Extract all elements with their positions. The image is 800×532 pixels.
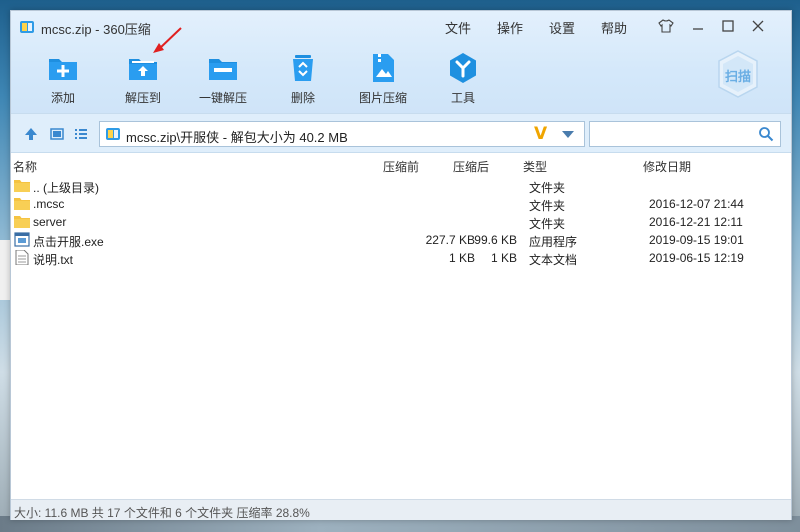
maximize-icon xyxy=(722,20,734,32)
scan-label: 扫描 xyxy=(725,69,752,84)
file-date: 2019-09-15 19:01 xyxy=(649,233,744,247)
txt-icon xyxy=(15,250,29,265)
file-type: 文件夹 xyxy=(529,181,566,195)
table-row[interactable]: 说明.txt 1 KB 1 KB 文本文档 2019-06-15 12:19 xyxy=(11,249,791,267)
exe-icon xyxy=(14,232,30,247)
add-label: 添加 xyxy=(50,91,75,105)
file-type: 文件夹 xyxy=(529,199,566,213)
menu-help[interactable]: 帮助 xyxy=(601,18,627,37)
image-compress-button[interactable]: 图片压缩 xyxy=(353,51,413,106)
file-type: 文本文档 xyxy=(529,253,578,267)
table-row[interactable]: .. (上级目录) 文件夹 xyxy=(11,177,791,195)
search-box xyxy=(589,121,781,147)
minimize-icon xyxy=(693,28,703,30)
file-name: server xyxy=(33,215,67,229)
search-icon[interactable] xyxy=(758,126,774,142)
address-dropdown-icon[interactable] xyxy=(562,131,574,138)
one-click-extract-icon xyxy=(209,59,237,80)
extract-to-button[interactable]: 解压到 xyxy=(113,51,173,106)
table-row[interactable]: 点击开服.exe 227.7 KB 99.6 KB 应用程序 2019-09-1… xyxy=(11,231,791,249)
file-size-after: 1 KB xyxy=(490,251,517,265)
window-title: mcsc.zip - 360压缩 xyxy=(41,22,151,37)
title-and-toolbar: mcsc.zip - 360压缩 文件 操作 设置 帮助 添加 解压到 一键解压… xyxy=(11,11,791,113)
zip-archive-icon xyxy=(106,128,120,140)
address-row: mcsc.zip\开服侠 - 解包大小为 40.2 MB V xyxy=(11,113,791,153)
archive-window: mcsc.zip - 360压缩 文件 操作 设置 帮助 添加 解压到 一键解压… xyxy=(10,10,792,520)
file-list-header: 名称 压缩前 压缩后 类型 修改日期 xyxy=(11,153,791,175)
add-folder-icon xyxy=(49,59,77,80)
file-name: 点击开服.exe xyxy=(33,235,104,249)
column-type[interactable]: 类型 xyxy=(523,158,547,175)
file-name: .mcsc xyxy=(33,197,65,211)
thumbnail-view-icon[interactable] xyxy=(49,126,65,142)
image-compress-icon xyxy=(373,54,394,82)
extract-to-icon xyxy=(129,59,157,80)
background-desktop-strip xyxy=(0,240,10,300)
file-date: 2019-06-15 12:19 xyxy=(649,251,744,265)
column-before[interactable]: 压缩前 xyxy=(383,158,419,175)
table-row[interactable]: server 文件夹 2016-12-21 12:11 xyxy=(11,213,791,231)
address-path: mcsc.zip\开服侠 - 解包大小为 40.2 MB xyxy=(126,130,348,145)
file-type: 应用程序 xyxy=(529,235,578,249)
one-click-extract-label: 一键解压 xyxy=(198,91,247,105)
delete-button[interactable]: 删除 xyxy=(273,51,333,106)
shirt-icon xyxy=(658,19,674,33)
search-input[interactable] xyxy=(594,123,754,145)
file-size-after: 99.6 KB xyxy=(474,233,517,247)
tools-icon xyxy=(450,53,476,83)
file-name: .. (上级目录) xyxy=(33,181,99,195)
extract-to-label: 解压到 xyxy=(124,91,161,105)
folder-icon xyxy=(14,216,30,228)
menu-operation[interactable]: 操作 xyxy=(497,18,523,37)
folder-icon xyxy=(14,180,30,192)
status-bar: 大小: 11.6 MB 共 17 个文件和 6 个文件夹 压缩率 28.8% xyxy=(11,499,791,520)
close-button[interactable] xyxy=(748,17,768,35)
maximize-button[interactable] xyxy=(718,17,738,35)
recycle-bin-icon xyxy=(293,55,313,81)
menu-file[interactable]: 文件 xyxy=(445,18,471,37)
delete-label: 删除 xyxy=(290,91,315,105)
status-text: 大小: 11.6 MB 共 17 个文件和 6 个文件夹 压缩率 28.8% xyxy=(14,506,310,520)
table-row[interactable]: .mcsc 文件夹 2016-12-07 21:44 xyxy=(11,195,791,213)
file-list: .. (上级目录) 文件夹 .mcsc 文件夹 2016-12-07 21:44… xyxy=(11,177,791,267)
file-name: 说明.txt xyxy=(33,253,74,267)
folder-icon xyxy=(14,198,30,210)
tools-button[interactable]: 工具 xyxy=(433,51,493,106)
address-bar[interactable]: mcsc.zip\开服侠 - 解包大小为 40.2 MB V xyxy=(99,121,585,147)
v-badge-icon[interactable]: V xyxy=(534,124,547,144)
list-view-icon[interactable] xyxy=(73,126,89,142)
one-click-extract-button[interactable]: 一键解压 xyxy=(193,51,253,106)
skin-button[interactable] xyxy=(656,17,676,35)
file-date: 2016-12-21 12:11 xyxy=(649,215,743,229)
red-arrow-annotation xyxy=(153,27,182,53)
menu-settings[interactable]: 设置 xyxy=(549,18,575,37)
scan-button[interactable]: 扫描 xyxy=(716,49,760,99)
close-icon xyxy=(752,20,764,32)
file-date: 2016-12-07 21:44 xyxy=(649,197,744,211)
column-after[interactable]: 压缩后 xyxy=(453,158,489,175)
app-icon xyxy=(20,21,34,33)
tools-label: 工具 xyxy=(450,91,475,105)
add-button[interactable]: 添加 xyxy=(33,51,93,106)
up-arrow-icon[interactable] xyxy=(23,126,39,142)
minimize-button[interactable] xyxy=(688,17,708,35)
column-modified[interactable]: 修改日期 xyxy=(643,158,691,175)
file-type: 文件夹 xyxy=(529,217,566,231)
image-compress-label: 图片压缩 xyxy=(358,91,407,105)
column-name[interactable]: 名称 xyxy=(13,158,37,175)
